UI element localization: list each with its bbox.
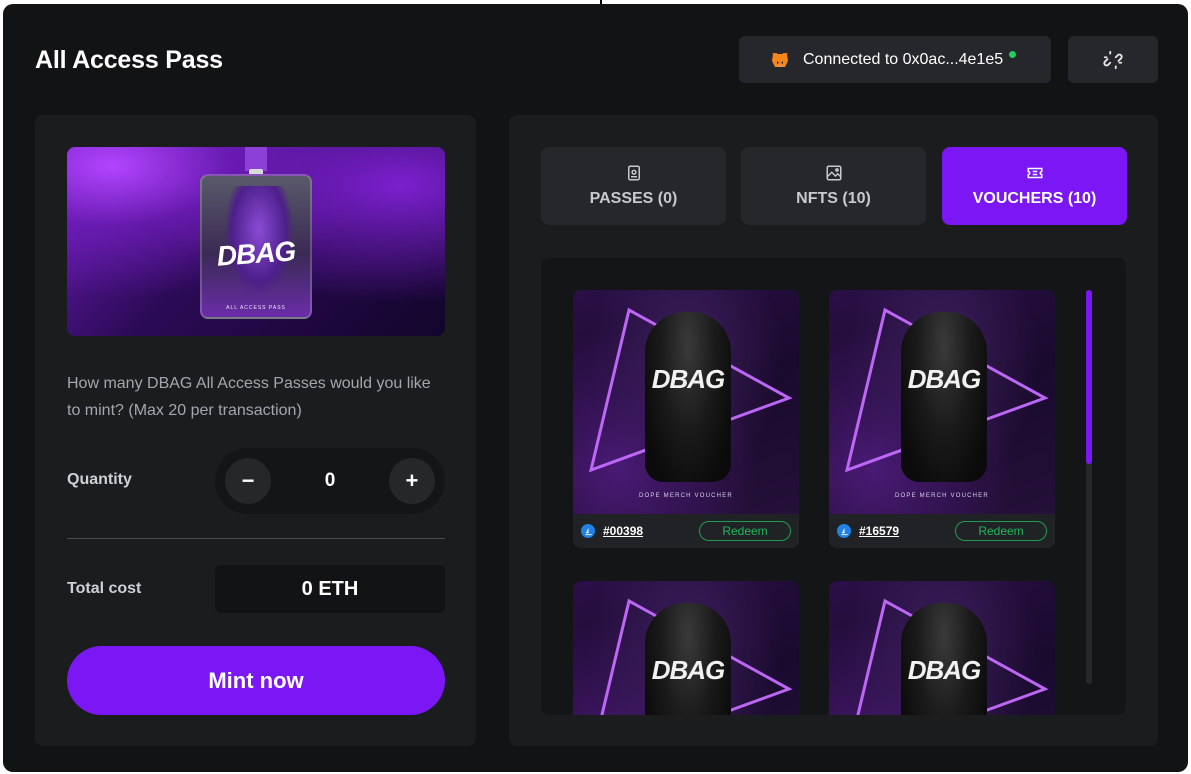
hoodie-figure: [901, 312, 987, 482]
pass-footer-text: ALL ACCESS PASS: [226, 305, 286, 311]
pass-card-image: DBAG ALL ACCESS PASS: [200, 174, 312, 319]
hoodie-logo: DBAG: [907, 364, 982, 394]
mint-panel: DBAG ALL ACCESS PASS How many DBAG All A…: [35, 115, 476, 746]
voucher-grid: DBAG DOPE MERCH VOUCHER #00398 Redeem DB…: [541, 258, 1126, 715]
card-footer: #00398 Redeem: [573, 514, 799, 548]
quantity-value[interactable]: 0: [325, 470, 336, 492]
pass-banner-image: DBAG ALL ACCESS PASS: [67, 147, 445, 336]
mint-now-button[interactable]: Mint now: [67, 646, 445, 715]
tab-nfts[interactable]: NFTS (10): [741, 147, 926, 225]
wallet-connected-button[interactable]: Connected to 0x0ac...4e1e5: [739, 36, 1051, 83]
voucher-caption: DOPE MERCH VOUCHER: [639, 493, 733, 499]
image-icon: [826, 165, 841, 181]
hoodie-logo: DBAG: [907, 655, 982, 685]
badge-icon: [627, 165, 640, 181]
redeem-button[interactable]: Redeem: [699, 521, 791, 541]
mint-question: How many DBAG All Access Passes would yo…: [67, 375, 431, 419]
voucher-image: DBAG: [573, 581, 799, 715]
opensea-icon[interactable]: [581, 524, 595, 538]
voucher-card[interactable]: DBAG: [573, 581, 799, 715]
connection-text: Connected to 0x0ac...4e1e5: [803, 50, 1004, 68]
tab-label: NFTS (10): [796, 190, 871, 207]
divider: [67, 538, 445, 539]
voucher-id-link[interactable]: #00398: [603, 524, 643, 538]
voucher-card[interactable]: DBAG DOPE MERCH VOUCHER #16579 Redeem: [829, 290, 1055, 548]
tab-label: PASSES (0): [589, 190, 678, 207]
unlink-icon: [1103, 50, 1123, 69]
card-footer: #16579 Redeem: [829, 514, 1055, 548]
app-window: All Access Pass Connected to 0x0ac...4e1…: [3, 4, 1188, 772]
scrollbar[interactable]: [1086, 290, 1092, 684]
voucher-card[interactable]: DBAG DOPE MERCH VOUCHER #00398 Redeem: [573, 290, 799, 548]
lanyard: [245, 147, 267, 171]
ticket-icon: [1027, 167, 1042, 179]
decrement-button[interactable]: −: [225, 458, 271, 504]
voucher-caption: DOPE MERCH VOUCHER: [895, 493, 989, 499]
tab-passes[interactable]: PASSES (0): [541, 147, 726, 225]
page-title: All Access Pass: [35, 46, 223, 74]
voucher-image: DBAG: [829, 581, 1055, 715]
connection-status-dot: [1009, 51, 1017, 58]
voucher-id-link[interactable]: #16579: [859, 524, 899, 538]
increment-button[interactable]: +: [388, 458, 435, 504]
total-cost-value: 0 ETH: [215, 565, 445, 613]
scrollbar-thumb[interactable]: [1086, 290, 1092, 464]
quantity-label: Quantity: [67, 471, 132, 488]
total-cost-label: Total cost: [67, 580, 142, 597]
hoodie-logo: DBAG: [651, 364, 726, 394]
voucher-image: DBAG DOPE MERCH VOUCHER: [829, 290, 1055, 514]
collection-panel: PASSES (0) NFTS (10) VOUCHERS (10) DBAG …: [509, 115, 1158, 746]
tab-vouchers[interactable]: VOUCHERS (10): [942, 147, 1127, 225]
hoodie-figure: [645, 312, 731, 482]
voucher-image: DBAG DOPE MERCH VOUCHER: [573, 290, 799, 514]
hoodie-logo: DBAG: [651, 655, 726, 685]
pass-logo: DBAG: [215, 235, 297, 272]
tab-label: VOUCHERS (10): [972, 190, 1097, 207]
disconnect-button[interactable]: [1068, 36, 1158, 83]
voucher-card[interactable]: DBAG: [829, 581, 1055, 715]
metamask-fox-icon: [772, 52, 788, 67]
redeem-button[interactable]: Redeem: [955, 521, 1047, 541]
opensea-icon[interactable]: [837, 524, 851, 538]
quantity-stepper: − 0 +: [215, 448, 445, 514]
